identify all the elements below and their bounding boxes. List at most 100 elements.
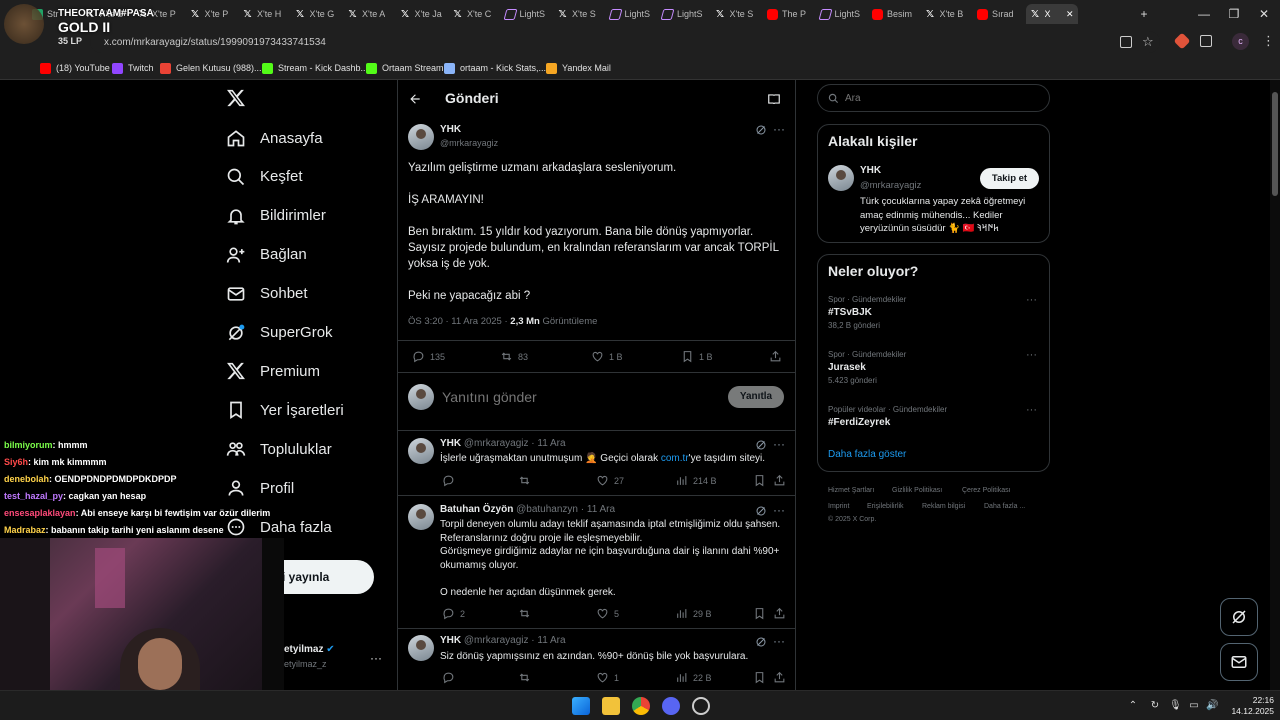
post-author-name[interactable]: YHK [440,124,461,135]
bookmark-action[interactable]: 1 B [681,350,713,363]
url-field[interactable]: x.com/mrkarayagiz/status/199909197343374… [90,31,1160,53]
reply-action[interactable] [442,671,455,684]
sidebar-item-supergrok[interactable]: SuperGrok [226,318,333,348]
footer-link[interactable]: Reklam bilgisi [922,503,965,510]
views-action[interactable]: 214 B [675,474,717,487]
share-action[interactable] [769,350,782,363]
bookmark-item[interactable]: Yandex Mail [546,61,611,75]
trend-item[interactable]: Popüler videolar · Gündemdekiler #FerdiZe… [828,405,947,431]
back-arrow-icon[interactable] [408,92,422,106]
reply-action[interactable]: 135 [412,350,445,363]
volume-icon[interactable]: 🔊 [1206,700,1218,712]
reply-avatar[interactable] [408,504,434,530]
discord-icon[interactable] [662,697,680,715]
trend-more-icon[interactable]: ··· [1026,404,1037,416]
reply-author-name[interactable]: YHK [440,635,461,646]
sidebar-item-profil[interactable]: Profil [226,473,294,503]
footer-link[interactable]: Hizmet Şartları [828,487,874,494]
file-explorer-icon[interactable] [602,697,620,715]
sidebar-item-bağlan[interactable]: Bağlan [226,240,307,270]
reply-more-icon[interactable]: ··· [773,437,785,451]
reply-action[interactable]: 2 [442,607,465,620]
x-logo-icon[interactable] [226,88,246,108]
related-name[interactable]: YHK [860,165,881,176]
browser-tab[interactable]: 𝕏 X'te S [553,4,605,24]
sidebar-item-topluluklar[interactable]: Topluluklar [226,434,332,464]
tray-sync-icon[interactable]: ↻ [1149,700,1161,712]
reply-avatar[interactable] [408,438,434,464]
like-action[interactable]: 1 [596,671,619,684]
related-avatar[interactable] [828,165,854,191]
window-close-button[interactable]: ✕ [1256,6,1272,22]
trend-more-icon[interactable]: ··· [1026,349,1037,361]
tray-chevron-icon[interactable]: ⌃ [1127,700,1139,712]
grok-fab[interactable] [1220,598,1258,636]
reply-avatar[interactable] [408,635,434,661]
show-more-link[interactable]: Daha fazla göster [828,449,906,460]
trend-item[interactable]: Spor · Gündemdekiler #TSvBJK 38,2 B gönder… [828,295,906,330]
footer-link[interactable]: Çerez Politikası [962,487,1011,494]
views-action[interactable]: 29 B [675,607,712,620]
repost-action[interactable] [518,474,531,487]
page-scrollbar[interactable] [1270,80,1280,690]
sidebar-item-anasayfa[interactable]: Anasayfa [226,123,323,153]
search-box[interactable] [817,84,1050,112]
reply-more-icon[interactable]: ··· [773,503,785,517]
bookmark-item[interactable]: ortaam - Kick Stats,... [444,61,546,75]
reply-author-handle[interactable]: @mrkarayagiz · 11 Ara [464,438,566,449]
browser-tab[interactable]: 𝕏 X'te A [343,4,395,24]
footer-link[interactable]: Erişilebilirlik [867,503,904,510]
clock[interactable]: 22:16 14.12.2025 [1228,695,1274,717]
like-action[interactable]: 1 B [591,350,623,363]
post-timestamp[interactable]: ÖS 3:20 · 11 Ara 2025 · [408,316,510,327]
bookmark-action[interactable] [753,607,766,620]
post-author-avatar[interactable] [408,124,434,150]
browser-tab[interactable]: Sırad [973,4,1025,24]
install-app-icon[interactable] [1120,36,1132,48]
chrome-icon[interactable] [632,697,650,715]
scrollbar-thumb[interactable] [1272,92,1278,196]
browser-tab[interactable]: LightS [501,4,553,24]
browser-tab[interactable]: LightS [658,4,710,24]
share-action[interactable] [773,671,786,684]
browser-tab[interactable]: The P [763,4,815,24]
grok-icon[interactable] [755,505,767,517]
sidebar-item-yer-i-şaretleri[interactable]: Yer İşaretleri [226,395,344,425]
grok-icon[interactable] [755,124,767,136]
account-name[interactable]: etyilmaz ✔ [284,644,335,655]
search-input[interactable] [845,92,1035,104]
trend-item[interactable]: Spor · Gündemdekiler Jurasek 5.423 gönderi [828,350,906,385]
reply-more-icon[interactable]: ··· [773,634,785,648]
maximize-button[interactable]: ❐ [1226,6,1242,22]
post-more-icon[interactable]: ··· [773,122,785,136]
network-icon[interactable]: ▭ [1188,700,1200,712]
bookmark-action[interactable] [753,671,766,684]
footer-link[interactable]: Daha fazla ... [984,503,1025,510]
repost-action[interactable] [518,671,531,684]
browser-tab[interactable]: 𝕏 X'te B [921,4,973,24]
sidebar-item-bildirimler[interactable]: Bildirimler [226,201,326,231]
grok-icon[interactable] [755,636,767,648]
reply-input[interactable] [442,386,712,408]
reader-mode-icon[interactable] [767,92,781,106]
share-action[interactable] [773,474,786,487]
footer-link[interactable]: Gizlilik Politikası [892,487,942,494]
reply-author-handle[interactable]: @mrkarayagiz · 11 Ara [464,635,566,646]
reply-author-name[interactable]: Batuhan Özyön [440,504,513,515]
browser-tab[interactable]: LightS [816,4,868,24]
browser-menu-icon[interactable]: ⋮ [1262,33,1275,49]
sidebar-item-keşfet[interactable]: Keşfet [226,162,303,192]
repost-action[interactable] [518,607,531,620]
settings-icon[interactable] [692,697,710,715]
browser-tab[interactable]: 𝕏 X ✕ [1025,4,1078,24]
browser-tab[interactable]: 𝕏 X'te G [291,4,343,24]
browser-tab[interactable]: 𝕏 X'te S [711,4,763,24]
microphone-icon[interactable]: 🎙 [1169,700,1182,712]
bookmark-action[interactable] [753,474,766,487]
extension-icon[interactable] [1173,32,1191,50]
reply-link[interactable]: com.tr [661,453,689,464]
footer-link[interactable]: Imprint [828,503,849,510]
share-action[interactable] [773,607,786,620]
bookmark-item[interactable]: Stream - Kick Dashb... [262,61,368,75]
trend-more-icon[interactable]: ··· [1026,294,1037,306]
